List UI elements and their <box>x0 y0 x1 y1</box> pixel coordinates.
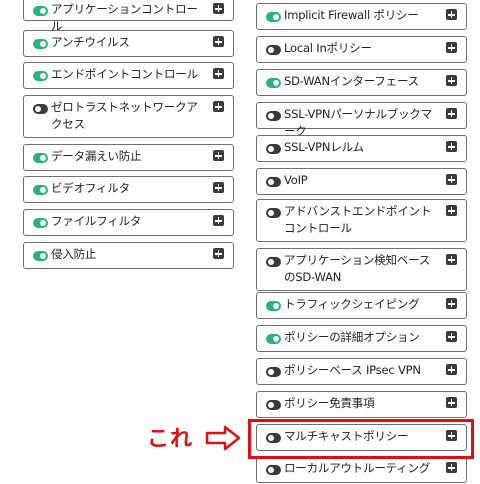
policy-card-application-control: アプリケーションコントロール <box>23 0 234 33</box>
toggle-switch[interactable] <box>266 45 281 55</box>
highlight-box <box>248 419 474 459</box>
policy-card-app-sdwan: アプリケーション検知ベースのSD-WAN <box>256 248 467 291</box>
policy-card-voip: VoIP <box>256 168 467 195</box>
policy-label: Local Inポリシー <box>284 41 372 55</box>
plus-icon[interactable] <box>446 141 457 152</box>
plus-icon[interactable] <box>213 150 224 161</box>
policy-card-zero-trust: ゼロトラストネットワークアクセス <box>23 95 234 138</box>
policy-label: ポリシーの詳細オプション <box>284 330 420 344</box>
plus-icon[interactable] <box>213 3 224 14</box>
policy-card-advanced-endpoint: アドバンストエンドポイントコントロール <box>256 199 467 242</box>
policy-label: ポリシーベース IPsec VPN <box>284 363 421 377</box>
policy-label: ファイルフィルタ <box>51 214 142 228</box>
plus-icon[interactable] <box>213 68 224 79</box>
plus-icon[interactable] <box>446 108 457 119</box>
policy-label: 侵入防止 <box>51 247 97 261</box>
toggle-switch[interactable] <box>33 185 48 195</box>
plus-icon[interactable] <box>213 215 224 226</box>
toggle-switch[interactable] <box>266 400 281 410</box>
arrow-right-icon <box>205 425 241 451</box>
toggle-switch[interactable] <box>33 153 48 163</box>
policy-card-local-out-routing: ローカルアウトルーティング <box>256 456 467 483</box>
plus-icon[interactable] <box>213 101 224 112</box>
toggle-switch[interactable] <box>33 6 48 16</box>
policy-label: アプリケーション検知ベースのSD-WAN <box>284 253 431 284</box>
toggle-switch[interactable] <box>266 465 281 475</box>
policy-label: Implicit Firewall ポリシー <box>284 8 419 22</box>
toggle-switch[interactable] <box>33 39 48 49</box>
toggle-switch[interactable] <box>33 104 48 114</box>
toggle-switch[interactable] <box>266 257 281 267</box>
plus-icon[interactable] <box>446 174 457 185</box>
policy-label: SSL-VPNレルム <box>284 140 364 154</box>
policy-card-policy-advanced-options: ポリシーの詳細オプション <box>256 325 467 352</box>
policy-label: VoIP <box>284 173 308 187</box>
policy-card-antivirus: アンチウイルス <box>23 30 234 57</box>
policy-card-local-in: Local Inポリシー <box>256 36 467 63</box>
toggle-switch[interactable] <box>33 71 48 81</box>
policy-card-endpoint-control: エンドポイントコントロール <box>23 62 234 89</box>
toggle-switch[interactable] <box>33 251 48 261</box>
policy-label: アドバンストエンドポイントコントロール <box>284 204 432 235</box>
toggle-switch[interactable] <box>33 218 48 228</box>
policy-label: ゼロトラストネットワークアクセス <box>51 100 198 131</box>
policy-card-sslvpn-realm: SSL-VPNレルム <box>256 135 467 162</box>
policy-label: アンチウイルス <box>51 35 130 49</box>
policy-label: エンドポイントコントロール <box>51 67 198 81</box>
toggle-switch[interactable] <box>266 208 281 218</box>
policy-card-policy-disclaimer: ポリシー免責事項 <box>256 391 467 418</box>
toggle-switch[interactable] <box>266 144 281 154</box>
policy-label: ビデオフィルタ <box>51 181 130 195</box>
plus-icon[interactable] <box>446 254 457 265</box>
toggle-switch[interactable] <box>266 334 281 344</box>
plus-icon[interactable] <box>213 248 224 259</box>
policy-card-implicit-firewall: Implicit Firewall ポリシー <box>256 3 467 30</box>
toggle-switch[interactable] <box>266 12 281 22</box>
policy-card-sslvpn-bookmark: SSL-VPNパーソナルブックマーク <box>256 102 467 138</box>
plus-icon[interactable] <box>213 182 224 193</box>
policy-card-traffic-shaping: トラフィックシェイピング <box>256 292 467 319</box>
plus-icon[interactable] <box>446 364 457 375</box>
policy-card-dlp: データ漏えい防止 <box>23 144 234 171</box>
plus-icon[interactable] <box>213 36 224 47</box>
toggle-switch[interactable] <box>266 367 281 377</box>
plus-icon[interactable] <box>446 397 457 408</box>
policy-label: ポリシー免責事項 <box>284 396 375 410</box>
toggle-switch[interactable] <box>266 111 281 121</box>
policy-label: ローカルアウトルーティング <box>284 461 431 475</box>
plus-icon[interactable] <box>446 462 457 473</box>
toggle-switch[interactable] <box>266 301 281 311</box>
policy-card-ips: 侵入防止 <box>23 242 234 269</box>
toggle-switch[interactable] <box>266 177 281 187</box>
plus-icon[interactable] <box>446 298 457 309</box>
policy-label: トラフィックシェイピング <box>284 297 420 311</box>
annotation-label: これ <box>147 427 194 452</box>
plus-icon[interactable] <box>446 205 457 216</box>
plus-icon[interactable] <box>446 42 457 53</box>
plus-icon[interactable] <box>446 9 457 20</box>
policy-card-file-filter: ファイルフィルタ <box>23 209 234 236</box>
policy-card-sdwan-interface: SD-WANインターフェース <box>256 69 467 96</box>
policy-card-policy-based-ipsec: ポリシーベース IPsec VPN <box>256 358 467 385</box>
plus-icon[interactable] <box>446 331 457 342</box>
policy-card-video-filter: ビデオフィルタ <box>23 176 234 203</box>
plus-icon[interactable] <box>446 75 457 86</box>
toggle-switch[interactable] <box>266 78 281 88</box>
policy-label: SD-WANインターフェース <box>284 74 419 88</box>
policy-label: データ漏えい防止 <box>51 149 142 163</box>
